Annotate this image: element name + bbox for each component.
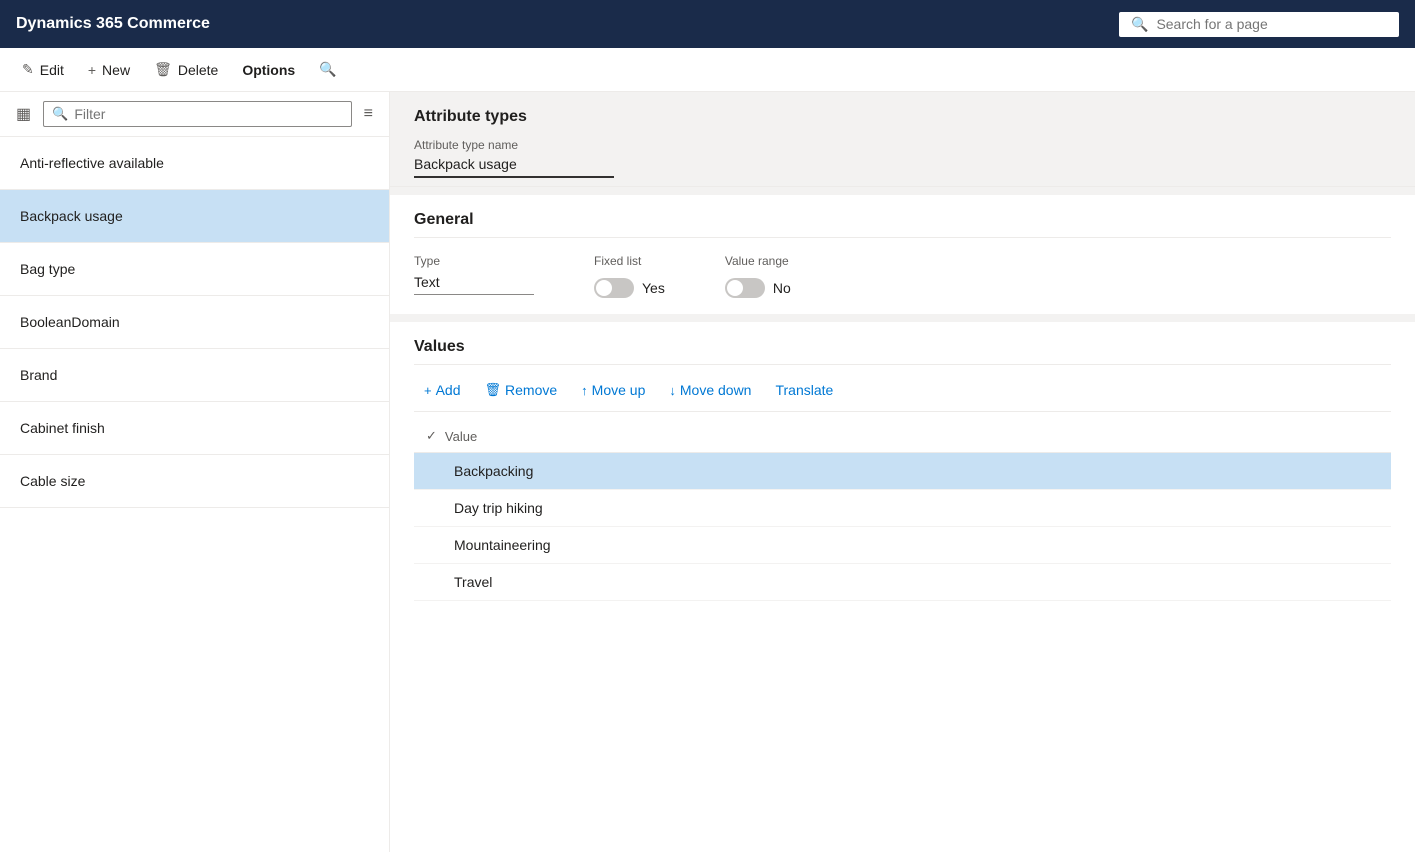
edit-icon: ✎ <box>22 61 34 78</box>
search-input[interactable] <box>1156 16 1387 32</box>
type-label: Type <box>414 254 534 268</box>
value-range-toggle-row: No <box>725 278 791 298</box>
sidebar-item-brand[interactable]: Brand <box>0 349 389 402</box>
attribute-type-name-value: Backpack usage <box>414 156 614 178</box>
sidebar-tools: ▦ 🔍 ≡ <box>0 92 389 137</box>
filter-icon-button[interactable]: ▦ <box>12 100 35 128</box>
check-placeholder: ✓ <box>426 428 437 444</box>
search-icon: 🔍 <box>1131 16 1148 33</box>
values-section: Values + Add 🗑 Remove ↑ Move up ↓ Move d… <box>390 322 1415 852</box>
sidebar-item-bag-type[interactable]: Bag type <box>0 243 389 296</box>
attribute-types-title: Attribute types <box>414 108 1391 126</box>
sidebar-item-cabinet-finish[interactable]: Cabinet finish <box>0 402 389 455</box>
sidebar-item-boolean-domain[interactable]: BooleanDomain <box>0 296 389 349</box>
fixed-list-toggle[interactable] <box>594 278 634 298</box>
value-range-field-group: Value range No <box>725 254 791 298</box>
value-row-travel[interactable]: Travel <box>414 564 1391 601</box>
sidebar-item-anti-reflective[interactable]: Anti-reflective available <box>0 137 389 190</box>
general-section: General Type Text Fixed list Yes Value r… <box>390 195 1415 314</box>
top-nav: Dynamics 365 Commerce 🔍 <box>0 0 1415 48</box>
new-icon: + <box>88 62 96 78</box>
search-bar[interactable]: 🔍 <box>1119 12 1399 37</box>
value-row-mountaineering[interactable]: Mountaineering <box>414 527 1391 564</box>
value-range-value: No <box>773 280 791 296</box>
fixed-list-toggle-row: Yes <box>594 278 665 298</box>
search-toolbar-button[interactable]: 🔍 <box>309 55 346 84</box>
values-toolbar: + Add 🗑 Remove ↑ Move up ↓ Move down Tra… <box>414 377 1391 412</box>
main-layout: ▦ 🔍 ≡ Anti-reflective available Backpack… <box>0 92 1415 852</box>
filter-input[interactable] <box>74 106 342 122</box>
sidebar-item-cable-size[interactable]: Cable size <box>0 455 389 508</box>
toolbar: ✎ Edit + New 🗑 Delete Options 🔍 <box>0 48 1415 92</box>
new-button[interactable]: + New <box>78 56 140 84</box>
move-down-button[interactable]: ↓ Move down <box>659 377 761 403</box>
translate-button[interactable]: Translate <box>765 377 843 403</box>
move-up-button[interactable]: ↑ Move up <box>571 377 655 403</box>
edit-button[interactable]: ✎ Edit <box>12 55 74 84</box>
type-field-group: Type Text <box>414 254 534 295</box>
value-range-label: Value range <box>725 254 791 268</box>
fixed-list-field-group: Fixed list Yes <box>594 254 665 298</box>
search-toolbar-icon: 🔍 <box>319 61 336 78</box>
general-title: General <box>414 211 1391 238</box>
move-up-icon: ↑ <box>581 383 588 398</box>
delete-button[interactable]: 🗑 Delete <box>144 55 228 84</box>
filter-input-wrap: 🔍 <box>43 101 352 127</box>
general-fields: Type Text Fixed list Yes Value range No <box>414 254 1391 298</box>
attribute-header: Attribute types Attribute type name Back… <box>390 92 1415 187</box>
sidebar-item-backpack-usage[interactable]: Backpack usage <box>0 190 389 243</box>
attribute-type-name-label: Attribute type name <box>414 138 1391 152</box>
values-column-header: ✓ Value <box>414 420 1391 453</box>
remove-icon: 🗑 <box>485 382 502 398</box>
value-row-backpacking[interactable]: Backpacking <box>414 453 1391 490</box>
remove-button[interactable]: 🗑 Remove <box>475 377 568 403</box>
values-table: ✓ Value Backpacking Day trip hiking Moun… <box>414 420 1391 601</box>
app-title: Dynamics 365 Commerce <box>16 15 1103 33</box>
values-title: Values <box>414 338 1391 365</box>
value-range-toggle[interactable] <box>725 278 765 298</box>
sidebar: ▦ 🔍 ≡ Anti-reflective available Backpack… <box>0 92 390 852</box>
filter-search-icon: 🔍 <box>52 106 68 122</box>
value-row-day-trip-hiking[interactable]: Day trip hiking <box>414 490 1391 527</box>
delete-icon: 🗑 <box>154 61 172 78</box>
add-button[interactable]: + Add <box>414 377 471 403</box>
filter-icon: ▦ <box>16 106 31 123</box>
move-down-icon: ↓ <box>669 383 676 398</box>
fixed-list-label: Fixed list <box>594 254 665 268</box>
fixed-list-value: Yes <box>642 280 665 296</box>
sort-icon[interactable]: ≡ <box>360 101 377 127</box>
type-value: Text <box>414 274 534 295</box>
sidebar-list: Anti-reflective available Backpack usage… <box>0 137 389 852</box>
add-icon: + <box>424 383 432 398</box>
options-button[interactable]: Options <box>232 56 305 84</box>
right-panel: Attribute types Attribute type name Back… <box>390 92 1415 852</box>
